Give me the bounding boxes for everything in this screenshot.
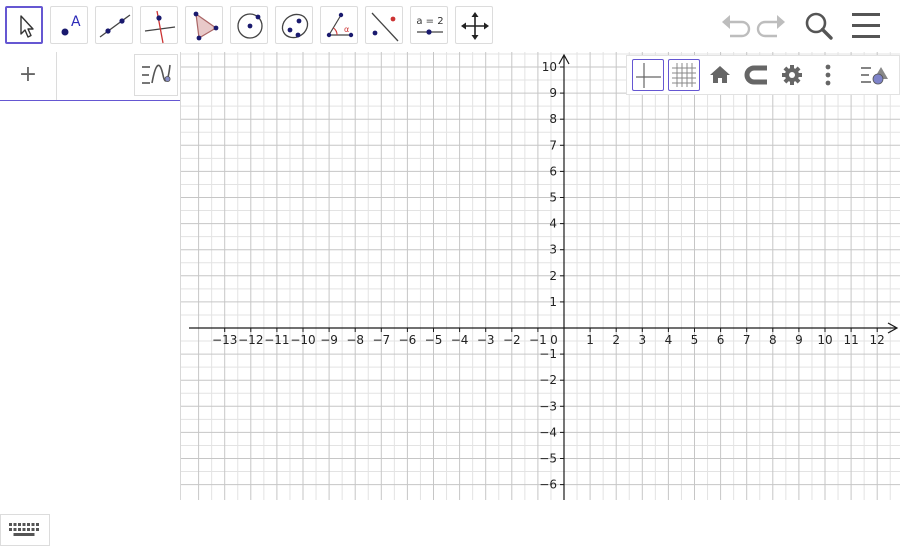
x-tick-label: 1 — [586, 333, 594, 347]
polygon-tool[interactable] — [185, 6, 223, 44]
y-tick-label: 7 — [549, 138, 557, 152]
y-tick-label: 8 — [549, 112, 557, 126]
x-tick-label: 10 — [817, 333, 832, 347]
home-button[interactable] — [704, 59, 736, 91]
y-tick-label: −3 — [539, 399, 557, 413]
coordinate-plane[interactable]: −13 −12 −11 −10 −9 −8 −7 −6 −5 −4 −3 −2 −1 0 1 2 3 4 5 6 7 8 9… — [181, 52, 900, 500]
x-tick-label: 6 — [717, 333, 725, 347]
ellipse-tool[interactable] — [275, 6, 313, 44]
algebra-view: + — [0, 52, 181, 546]
graphics-view[interactable]: −13 −12 −11 −10 −9 −8 −7 −6 −5 −4 −3 −2 −1 0 1 2 3 4 5 6 7 8 9… — [181, 52, 900, 500]
x-tick-label: 7 — [743, 333, 751, 347]
keyboard-toggle-button[interactable] — [0, 514, 50, 546]
x-tick-label: 8 — [769, 333, 777, 347]
style-bar-toggle-button[interactable] — [857, 59, 889, 91]
y-tick-label: 3 — [549, 243, 557, 257]
search-button[interactable] — [802, 10, 836, 42]
x-tick-label: −6 — [399, 333, 417, 347]
x-tick-label: −3 — [477, 333, 495, 347]
add-input-button[interactable]: + — [0, 52, 57, 100]
x-tick-label: −4 — [451, 333, 469, 347]
axes-toggle-button[interactable] — [632, 59, 664, 91]
y-tick-label: −4 — [539, 425, 557, 439]
input-row-underline — [0, 100, 180, 101]
x-tick-label: −10 — [290, 333, 315, 347]
line-tool[interactable] — [95, 6, 133, 44]
more-options-button[interactable] — [812, 59, 844, 91]
y-tick-label: −2 — [539, 373, 557, 387]
keyboard-icon — [1, 523, 49, 549]
angle-tool-label: α — [344, 25, 349, 34]
x-tick-label: −12 — [238, 333, 263, 347]
main-menu-button[interactable] — [849, 10, 883, 42]
x-tick-label: 9 — [795, 333, 803, 347]
move-graphics-view-tool[interactable] — [455, 6, 493, 44]
x-tick-label: −1 — [529, 333, 547, 347]
x-tick-label: −11 — [264, 333, 289, 347]
x-tick-label: 4 — [665, 333, 673, 347]
algebra-style-button[interactable] — [134, 54, 178, 96]
y-tick-label: −5 — [539, 452, 557, 466]
y-tick-label: 5 — [549, 191, 557, 205]
y-tick-label: −6 — [539, 478, 557, 492]
redo-button[interactable] — [755, 10, 789, 42]
point-capturing-button[interactable] — [740, 59, 772, 91]
x-tick-label: −7 — [372, 333, 390, 347]
x-tick-label: −2 — [503, 333, 521, 347]
x-tick-label: 3 — [638, 333, 646, 347]
graphics-settings-button[interactable] — [776, 59, 808, 91]
y-tick-label: 10 — [542, 60, 557, 74]
x-tick-label: 11 — [843, 333, 858, 347]
point-tool-label: A — [71, 14, 81, 30]
x-tick-label: 0 — [550, 333, 558, 347]
x-tick-label: −8 — [346, 333, 364, 347]
y-tick-label: 1 — [549, 295, 557, 309]
undo-button[interactable] — [718, 10, 752, 42]
y-tick-label: −1 — [539, 347, 557, 361]
y-tick-label: 2 — [549, 269, 557, 283]
slider-tool[interactable]: a = 2 — [410, 6, 448, 44]
angle-tool[interactable]: α — [320, 6, 358, 44]
grid-toggle-button[interactable] — [668, 59, 700, 91]
plus-icon: + — [18, 62, 38, 87]
move-tool[interactable] — [5, 6, 43, 44]
circle-tool[interactable] — [230, 6, 268, 44]
toolbar: A α a = 2 — [0, 0, 900, 52]
y-tick-label: 4 — [549, 217, 557, 231]
graphics-style-bar — [626, 55, 900, 95]
reflect-tool[interactable] — [365, 6, 403, 44]
x-tick-label: 5 — [691, 333, 699, 347]
x-tick-label: 12 — [870, 333, 885, 347]
x-tick-label: −13 — [212, 333, 237, 347]
perpendicular-line-tool[interactable] — [140, 6, 178, 44]
x-tick-label: −9 — [320, 333, 338, 347]
point-tool[interactable]: A — [50, 6, 88, 44]
y-tick-label: 9 — [549, 86, 557, 100]
slider-tool-label: a = 2 — [416, 16, 443, 27]
algebra-style-icon — [135, 64, 177, 99]
y-tick-label: 6 — [549, 164, 557, 178]
x-tick-label: 2 — [612, 333, 620, 347]
x-tick-label: −5 — [425, 333, 443, 347]
